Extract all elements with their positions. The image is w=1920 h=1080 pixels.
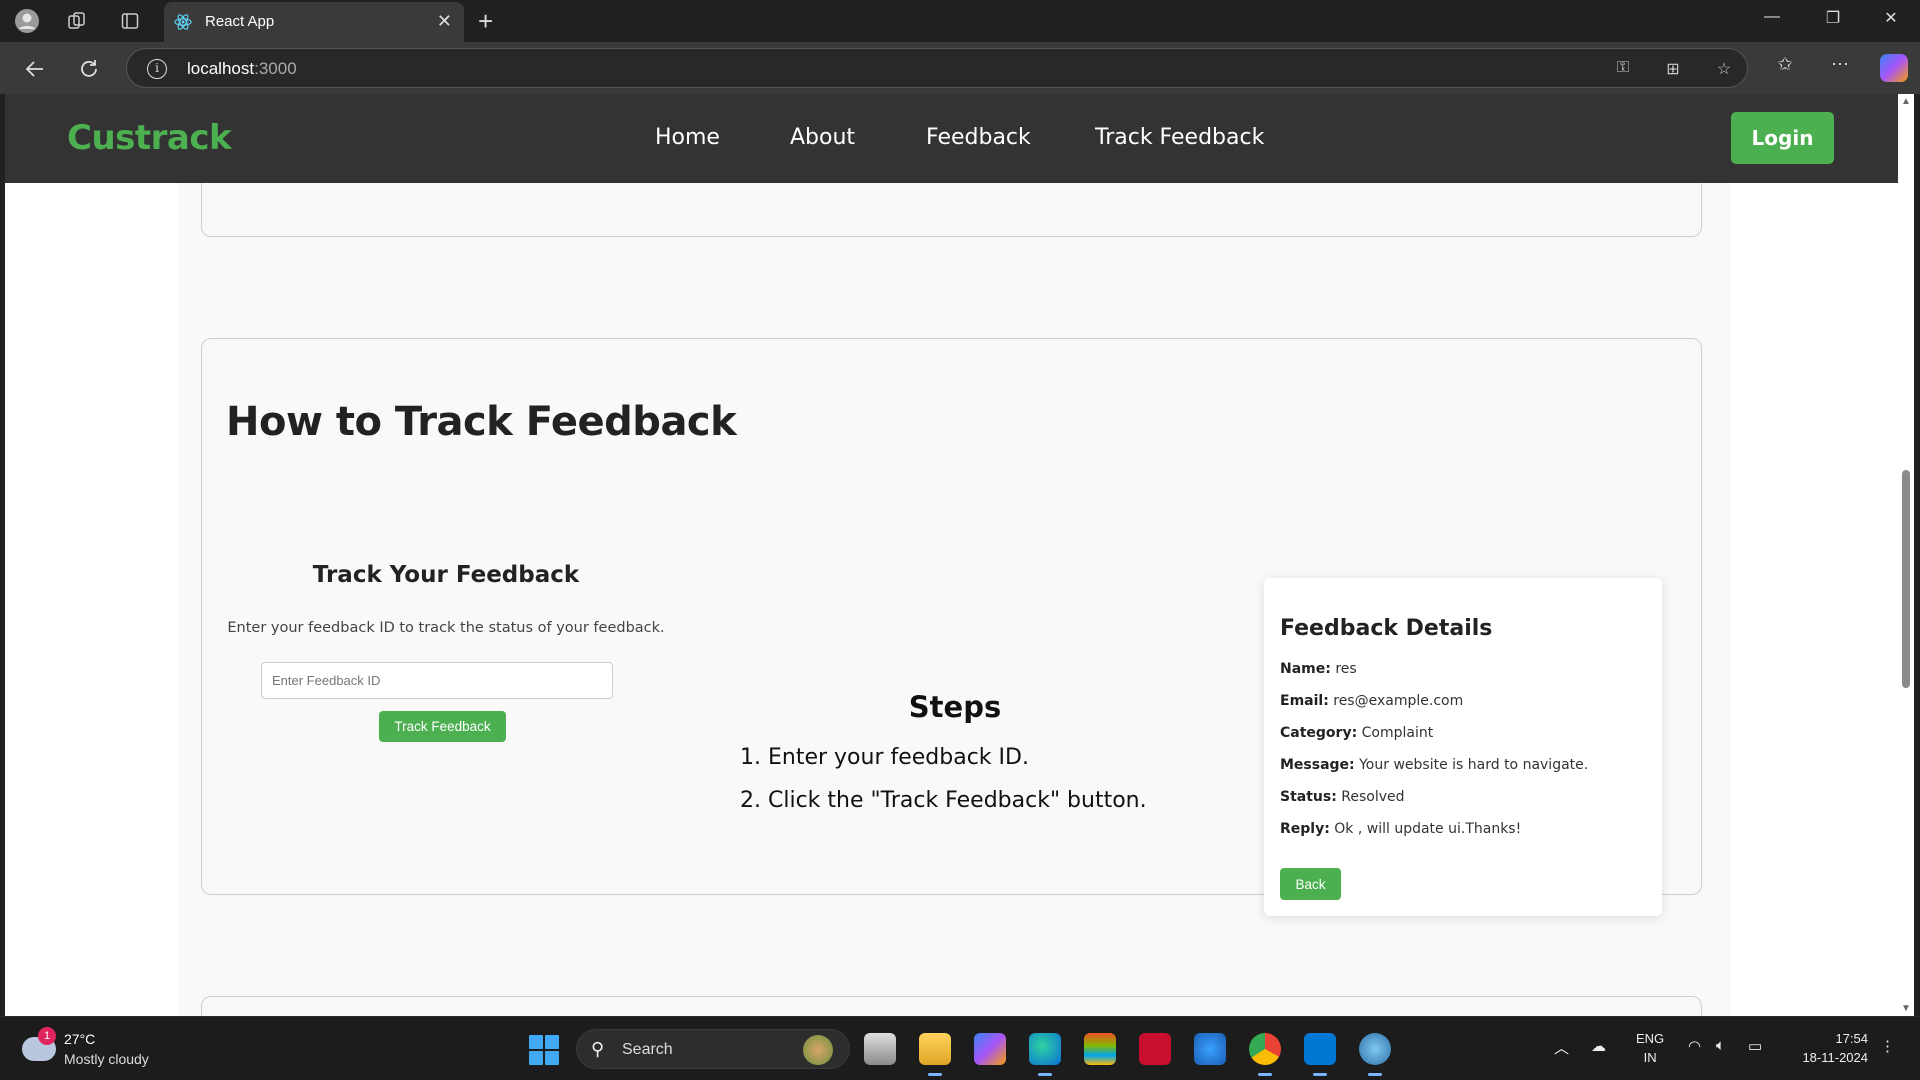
step-item: 2. Click the "Track Feedback" button. <box>740 788 1147 813</box>
nav-about[interactable]: About <box>790 125 855 150</box>
search-highlight-icon <box>803 1035 833 1065</box>
detail-reply: Reply: Ok , will update ui.Thanks! <box>1280 821 1522 837</box>
feedback-id-input[interactable] <box>261 662 613 699</box>
react-icon <box>174 14 192 30</box>
detail-email: Email: res@example.com <box>1280 693 1464 709</box>
copilot-app-icon[interactable] <box>974 1033 1006 1065</box>
url-text: localhost:3000 <box>187 59 297 78</box>
tab-react-app[interactable]: React App ✕ <box>164 2 464 42</box>
url-field[interactable]: i localhost:3000 ⚿ ⊞ ☆ <box>126 48 1748 88</box>
track-feedback-button[interactable]: Track Feedback <box>379 711 506 742</box>
track-feedback-form: Track Your Feedback Enter your feedback … <box>226 507 666 801</box>
chrome-icon[interactable] <box>1249 1033 1281 1076</box>
onedrive-cloud-icon[interactable]: ☁ <box>1591 1037 1606 1055</box>
back-button[interactable]: Back <box>1280 868 1341 900</box>
show-hidden-icons-icon[interactable]: ︿ <box>1554 1037 1569 1058</box>
page-scrollbar[interactable]: ▲ ▼ <box>1898 94 1914 1016</box>
wifi-icon[interactable]: ◠ <box>1688 1037 1701 1055</box>
site-logo[interactable]: Custrack <box>67 118 232 158</box>
tab-actions-icon[interactable] <box>116 7 144 35</box>
restore-icon[interactable]: ❐ <box>1813 8 1853 28</box>
close-tab-icon[interactable]: ✕ <box>437 11 452 32</box>
app-icon[interactable] <box>1359 1033 1391 1076</box>
favorite-star-icon[interactable]: ☆ <box>1713 59 1735 81</box>
microsoft-store-icon[interactable] <box>1084 1033 1116 1065</box>
feedback-details-card: Feedback Details Name: res Email: res@ex… <box>1264 578 1662 916</box>
reload-icon[interactable] <box>74 54 104 84</box>
search-icon: ⚲ <box>591 1039 605 1059</box>
steps-heading: Steps <box>908 690 1002 724</box>
file-explorer-icon[interactable] <box>919 1033 951 1076</box>
battery-icon[interactable]: ▭ <box>1748 1037 1762 1055</box>
how-to-track-title: How to Track Feedback <box>226 399 737 445</box>
site-navbar: Custrack Home About Feedback Track Feedb… <box>5 94 1898 183</box>
mcafee-icon[interactable] <box>1139 1033 1171 1065</box>
profile-icon[interactable] <box>13 7 41 35</box>
detail-name: Name: res <box>1280 661 1357 677</box>
site-info-icon[interactable]: i <box>147 59 167 79</box>
nav-home[interactable]: Home <box>655 125 720 150</box>
steps-list: 1. Enter your feedback ID. 2. Click the … <box>740 745 1147 831</box>
address-bar: i localhost:3000 ⚿ ⊞ ☆ ✩ ⋯ <box>0 42 1920 94</box>
vscode-icon[interactable] <box>1304 1033 1336 1076</box>
favorites-list-icon[interactable]: ✩ <box>1770 54 1800 84</box>
track-form-heading: Track Your Feedback <box>312 562 580 588</box>
close-window-icon[interactable]: ✕ <box>1871 8 1911 28</box>
taskbar-search[interactable]: ⚲ Search <box>576 1029 850 1069</box>
notification-badge: 1 <box>38 1027 56 1045</box>
detail-status: Status: Resolved <box>1280 789 1405 805</box>
feedback-details-heading: Feedback Details <box>1280 616 1493 641</box>
track-form-description: Enter your feedback ID to track the stat… <box>227 620 665 636</box>
task-view-icon[interactable] <box>864 1033 896 1065</box>
more-options-icon[interactable]: ⋯ <box>1825 54 1855 84</box>
weather-description[interactable]: Mostly cloudy <box>64 1051 149 1067</box>
scroll-down-icon[interactable]: ▼ <box>1901 1003 1911 1014</box>
back-arrow-icon[interactable] <box>20 54 50 84</box>
language-indicator[interactable]: ENG IN <box>1636 1029 1664 1067</box>
search-label: Search <box>622 1041 673 1058</box>
notifications-icon[interactable]: ⋮ <box>1880 1037 1895 1055</box>
help-icon[interactable] <box>1194 1033 1226 1065</box>
weather-temperature[interactable]: 27°C <box>64 1031 95 1047</box>
copilot-icon[interactable] <box>1880 54 1908 82</box>
section-card-next <box>201 996 1702 1016</box>
scroll-up-icon[interactable]: ▲ <box>1901 96 1911 107</box>
volume-icon[interactable]: 🔈︎ <box>1716 1037 1725 1054</box>
new-tab-icon[interactable]: + <box>478 6 493 37</box>
extensions-icon[interactable]: ⊞ <box>1662 59 1684 81</box>
workspaces-icon[interactable] <box>63 7 91 35</box>
windows-taskbar: 1 27°C Mostly cloudy ⚲ Search ︿ ☁ ENG IN … <box>0 1016 1920 1080</box>
detail-category: Category: Complaint <box>1280 725 1434 741</box>
page-viewport: How to Track Feedback Track Your Feedbac… <box>5 94 1898 1016</box>
edge-browser-icon[interactable] <box>1029 1033 1061 1076</box>
minimize-icon[interactable]: — <box>1752 8 1792 26</box>
windows-start-icon[interactable] <box>529 1035 559 1065</box>
system-clock[interactable]: 17:54 18-11-2024 <box>1788 1029 1868 1067</box>
nav-feedback[interactable]: Feedback <box>926 125 1031 150</box>
login-button[interactable]: Login <box>1731 112 1834 164</box>
step-item: 1. Enter your feedback ID. <box>740 745 1029 770</box>
password-key-icon[interactable]: ⚿ <box>1612 59 1634 81</box>
browser-tab-bar: React App ✕ + — ❐ ✕ <box>0 0 1920 42</box>
scrollbar-thumb[interactable] <box>1902 470 1910 688</box>
nav-track-feedback[interactable]: Track Feedback <box>1095 125 1264 150</box>
detail-message: Message: Your website is hard to navigat… <box>1280 757 1589 773</box>
tab-title: React App <box>205 13 275 30</box>
